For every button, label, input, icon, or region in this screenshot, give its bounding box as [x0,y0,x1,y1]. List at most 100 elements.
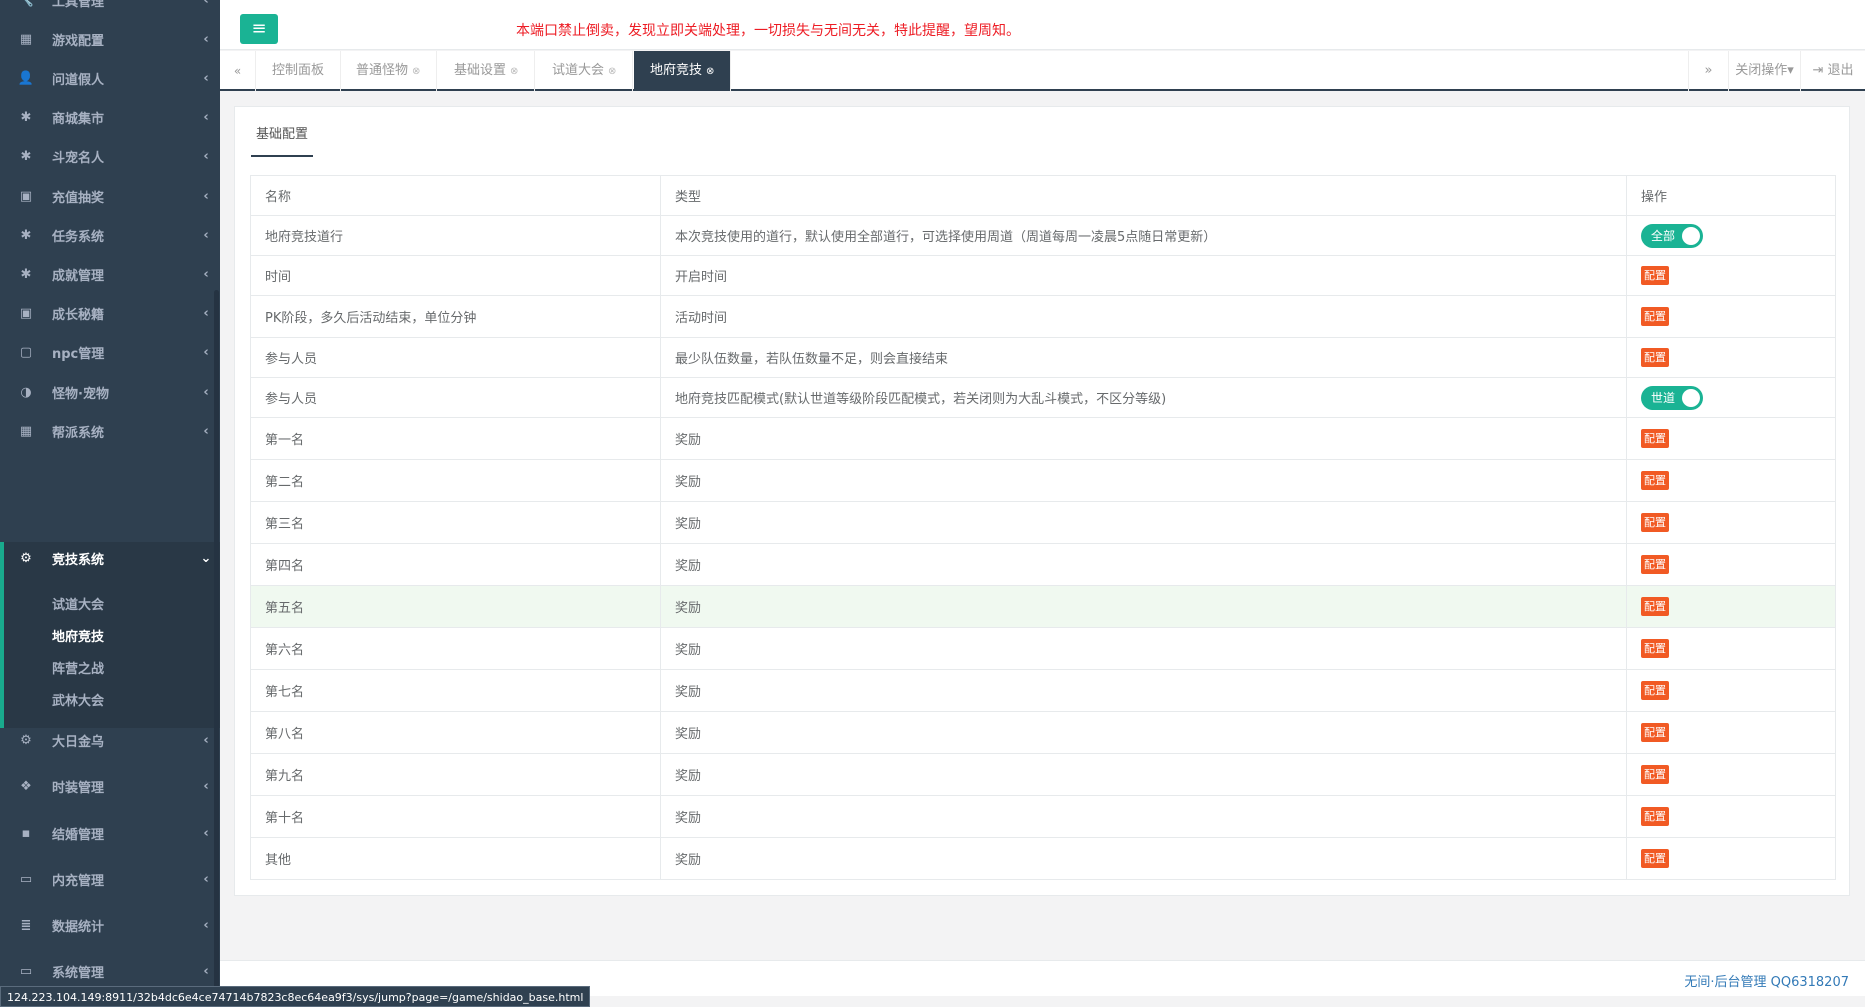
sidebar-item-label: 问道假人 [52,72,105,88]
wrench-icon: 🔧 [17,0,35,8]
tabs-next-button[interactable]: » [1688,51,1728,91]
table-row: 参与人员 最少队伍数量，若队伍数量不足，则会直接结束 配置 [250,337,1836,378]
database-icon: ≣ [20,917,32,933]
toggle-knob [1682,388,1700,407]
money-icon: ▣ [19,306,33,322]
sidebar-item-arena[interactable]: ⚙ 竞技系统 ⌄ [0,535,220,581]
sidebar-item-label: 游戏配置 [52,33,105,49]
config-button[interactable]: 配置 [1641,555,1669,574]
table-icon: ▦ [19,423,33,439]
cell-name: 第三名 [250,501,661,544]
cell-action: 配置 [1626,585,1836,628]
cell-action: 配置 [1626,753,1836,796]
table-row: 第三名 奖励 配置 [250,501,1836,544]
gear-icon: ✱ [20,110,32,126]
tab-item[interactable]: 控制面板 [256,51,342,91]
cogs-icon: ⚙ [20,550,32,566]
config-button[interactable]: 配置 [1641,639,1669,658]
cell-action: 配置 [1626,337,1836,378]
sidebar-item[interactable]: ≣ 数据统计 ‹ [0,902,220,948]
table-header-row: 名称 类型 操作 [250,175,1836,216]
toggle-switch[interactable]: 全部 [1641,223,1703,248]
tab-item[interactable]: 普通怪物 ⊗ [340,51,438,91]
config-button[interactable]: 配置 [1641,348,1669,367]
sidebar-item[interactable]: ▭ 内充管理 ‹ [0,856,220,902]
cell-action: 配置 [1626,837,1836,880]
sidebar-item[interactable]: ▦ 帮派系统 ‹ [0,408,220,454]
toggle-label: 全部 [1651,228,1676,243]
cell-type: 奖励 [660,501,1627,544]
config-button[interactable]: 配置 [1641,513,1669,532]
logout-button[interactable]: ⇥ 退出 [1800,51,1865,91]
sidebar-item[interactable]: ⚙ 大日金乌 ‹ [0,717,220,763]
cell-name: PK阶段，多久后活动结束，单位分钟 [250,295,661,338]
menu-toggle-button[interactable]: ≡ [240,14,278,44]
logout-icon: ⇥ [1812,63,1824,78]
config-button[interactable]: 配置 [1641,807,1669,826]
config-button[interactable]: 配置 [1641,765,1669,784]
config-button[interactable]: 配置 [1641,849,1669,868]
sidebar-item-label: 内充管理 [52,873,105,889]
tab-label: 基础设置 [454,63,507,78]
footer-text: 无间·后台管理 QQ6318207 [1684,975,1849,990]
cell-name: 参与人员 [250,377,661,418]
sidebar-item[interactable]: ❖ 时装管理 ‹ [0,763,220,809]
sidebar-item-label: 时装管理 [52,780,105,796]
sidebar-scrollbar[interactable] [214,290,219,990]
sidebar-subitem[interactable]: 武林大会 [52,690,104,709]
tab-basic-config[interactable]: 基础配置 [251,115,314,157]
chevron-left-icon: ‹ [203,70,209,86]
cell-type: 奖励 [660,417,1627,460]
tab-label: 试道大会 [552,63,605,78]
chevron-left-icon: ‹ [203,149,209,165]
sidebar-subitem[interactable]: 地府竞技 [52,626,104,645]
toggle-switch[interactable]: 世道 [1641,385,1703,410]
sidebar-item-label: 商城集市 [52,112,105,128]
config-button[interactable]: 配置 [1641,681,1669,700]
column-header-type: 类型 [660,175,1627,216]
tabs-prev-button[interactable]: « [220,51,256,91]
close-icon[interactable]: ⊗ [510,66,518,77]
double-left-icon: « [233,64,242,78]
gear-icon: ✱ [20,266,32,282]
config-button[interactable]: 配置 [1641,723,1669,742]
sidebar-group-arena: ⚙ 竞技系统 ⌄ 试道大会 地府竞技 阵营之战 武林大会 [0,542,220,728]
chevron-left-icon: ‹ [203,227,209,243]
cell-name: 第十名 [250,795,661,838]
sidebar-item-label: 成长秘籍 [52,308,105,324]
cell-name: 第五名 [250,585,661,628]
config-button[interactable]: 配置 [1641,471,1669,490]
tab-item[interactable]: 地府竞技 ⊗ [634,51,732,91]
close-operations-label: 关闭操作▾ [1735,63,1794,78]
cell-action: 配置 [1626,543,1836,586]
chevron-left-icon: ‹ [203,266,209,282]
config-button[interactable]: 配置 [1641,429,1669,448]
tab-item[interactable]: 试道大会 ⊗ [536,51,634,91]
monitor-icon: ▭ [19,871,33,887]
sidebar-item-label: 竞技系统 [52,552,105,568]
tab-item[interactable]: 基础设置 ⊗ [438,51,536,91]
close-icon[interactable]: ⊗ [608,66,616,77]
sidebar-item-label: 系统管理 [52,965,105,981]
notice-text: 本端口禁止倒卖，发现立即关端处理，一切损失与无间无关，特此提醒，望周知。 [516,23,1020,39]
cell-name: 第八名 [250,711,661,754]
sidebar-subitem[interactable]: 试道大会 [52,594,104,613]
tab-label: 地府竞技 [650,63,703,78]
table-row: 参与人员 地府竞技匹配模式(默认世道等级阶段匹配模式，若关闭则为大乱斗模式，不区分… [250,377,1836,418]
config-button[interactable]: 配置 [1641,307,1669,326]
sidebar-item[interactable]: ▪ 结婚管理 ‹ [0,810,220,856]
cell-type: 奖励 [660,837,1627,880]
close-operations-dropdown[interactable]: 关闭操作▾ [1728,51,1800,91]
cell-action: 配置 [1626,501,1836,544]
close-icon[interactable]: ⊗ [706,66,714,77]
cell-action: 世道 [1626,377,1836,418]
sidebar-item-label: 怪物·宠物 [52,386,109,402]
sidebar-subitem[interactable]: 阵营之战 [52,658,104,677]
double-right-icon: » [1704,63,1713,78]
cell-type: 本次竞技使用的道行，默认使用全部道行，可选择使用周道（周道每周一凌晨5点随日常更… [660,215,1627,256]
close-icon[interactable]: ⊗ [412,66,420,77]
user-icon: 👤 [17,70,35,86]
config-button[interactable]: 配置 [1641,266,1669,285]
config-button[interactable]: 配置 [1641,597,1669,616]
sidebar-item-label: 结婚管理 [52,827,105,843]
